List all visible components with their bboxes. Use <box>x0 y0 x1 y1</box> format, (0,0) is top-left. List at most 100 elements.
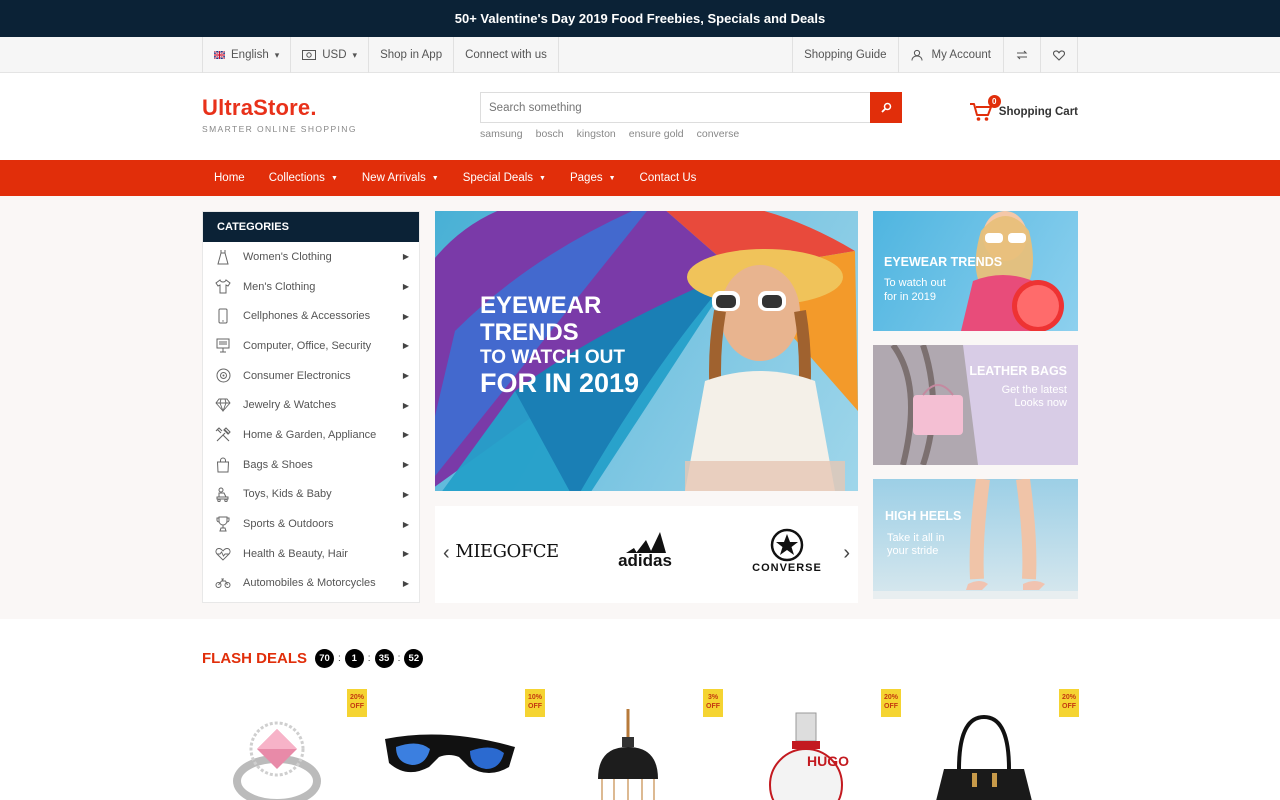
main-banner[interactable]: EYEWEAR TRENDS TO WATCH OUT FOR IN 2019 <box>435 211 858 491</box>
search-tag[interactable]: bosch <box>536 128 564 140</box>
category-item[interactable]: Women's Clothing ▶ <box>203 242 419 272</box>
wishlist-button[interactable] <box>1041 37 1078 73</box>
search-bar <box>480 92 902 123</box>
ring-icon <box>233 721 321 800</box>
nav-pages[interactable]: Pages ▼ <box>558 160 628 196</box>
woman-image <box>961 211 1064 331</box>
side-ad-leather-bags[interactable]: LEATHER BAGS Get the latest Looks now <box>873 345 1078 465</box>
category-item[interactable]: Jewelry & Watches ▶ <box>203 390 419 420</box>
category-item[interactable]: Health & Beauty, Hair ▶ <box>203 539 419 569</box>
nav-collections[interactable]: Collections ▼ <box>257 160 350 196</box>
discount-badge: 20% OFF <box>1059 689 1079 717</box>
product-card[interactable]: HUGO 20% OFF <box>736 689 901 800</box>
product-card[interactable]: 20% OFF <box>914 689 1079 800</box>
my-account-link[interactable]: My Account <box>899 37 1004 73</box>
lamp-icon <box>598 709 658 800</box>
uk-flag-icon <box>214 51 225 59</box>
shop-in-app-link[interactable]: Shop in App <box>369 37 455 73</box>
brand-name: MIEGOFCE <box>455 540 559 562</box>
promo-text[interactable]: 50+ Valentine's Day 2019 Food Freebies, … <box>455 11 826 26</box>
brand-logo[interactable]: MIEGOFCE <box>455 526 559 576</box>
category-item[interactable]: Automobiles & Motorcycles ▶ <box>203 569 419 599</box>
nav-label: Pages <box>569 172 603 184</box>
brand-logo[interactable]: adidas <box>605 526 685 576</box>
nav-contact-us[interactable]: Contact Us <box>628 160 709 196</box>
nav-new-arrivals[interactable]: New Arrivals ▼ <box>350 160 451 196</box>
brand-name: CONVERSE <box>752 562 822 574</box>
trophy-icon <box>215 516 231 532</box>
logo[interactable]: UltraStore. SMARTER ONLINE SHOPPING <box>202 95 357 134</box>
category-item[interactable]: Cellphones & Accessories ▶ <box>203 301 419 331</box>
promo-bar[interactable]: 50+ Valentine's Day 2019 Food Freebies, … <box>0 0 1280 37</box>
logo-tagline: SMARTER ONLINE SHOPPING <box>202 124 357 134</box>
compare-button[interactable] <box>1004 37 1041 73</box>
search-tag[interactable]: samsung <box>480 128 523 140</box>
banner-line: EYEWEAR <box>480 292 602 319</box>
category-item[interactable]: Sports & Outdoors ▶ <box>203 509 419 539</box>
search-tags: samsung bosch kingston ensure gold conve… <box>480 128 739 140</box>
flash-deals-section: FLASH DEALS 70: 1: 35: 52 20% OFF 10% OFF <box>0 619 1280 800</box>
perfume-brand-label: HUGO <box>807 753 849 769</box>
nav-special-deals[interactable]: Special Deals ▼ <box>451 160 558 196</box>
caret-down-icon: ▼ <box>431 174 439 182</box>
chevron-left-icon[interactable]: ‹ <box>443 542 450 565</box>
arrow-right-icon: ▶ <box>402 430 409 440</box>
banner-headline: EYEWEAR TRENDS TO WATCH OUT FOR IN 2019 <box>480 292 640 399</box>
search-input[interactable] <box>480 92 870 123</box>
category-label: Jewelry & Watches <box>243 399 337 412</box>
category-item[interactable]: Computer, Office, Security ▶ <box>203 331 419 361</box>
product-card[interactable]: 3% OFF <box>558 689 723 800</box>
chevron-right-icon[interactable]: › <box>843 542 850 565</box>
tools-icon <box>215 427 231 443</box>
nav-label: New Arrivals <box>361 172 426 184</box>
arrow-right-icon: ▶ <box>402 311 409 321</box>
arrow-right-icon: ▶ <box>402 341 409 351</box>
nav-label: Special Deals <box>462 172 534 184</box>
arrow-right-icon: ▶ <box>402 519 409 529</box>
shopping-guide-link[interactable]: Shopping Guide <box>792 37 899 73</box>
compare-icon <box>1016 50 1028 60</box>
side-ad-subtitle: To watch out <box>884 277 946 289</box>
search-button[interactable] <box>870 92 902 123</box>
heart-icon <box>1053 49 1065 61</box>
timer-separator: : <box>367 653 371 664</box>
search-tag[interactable]: kingston <box>577 128 616 140</box>
product-card[interactable]: 20% OFF <box>202 689 367 800</box>
shop-in-app-label: Shop in App <box>380 49 443 61</box>
arrow-right-icon: ▶ <box>402 252 409 262</box>
category-item[interactable]: Toys, Kids & Baby ▶ <box>203 480 419 510</box>
category-item[interactable]: Bags & Shoes ▶ <box>203 450 419 480</box>
flash-deals-header: FLASH DEALS 70: 1: 35: 52 <box>202 649 424 668</box>
banner-line: TRENDS <box>480 318 579 346</box>
phone-icon <box>215 308 231 324</box>
category-item[interactable]: Men's Clothing ▶ <box>203 272 419 302</box>
arrow-right-icon: ▶ <box>402 549 409 559</box>
category-item[interactable]: Consumer Electronics ▶ <box>203 361 419 391</box>
caret-down-icon: ▼ <box>330 174 338 182</box>
search-tag[interactable]: converse <box>697 128 740 140</box>
search-tag[interactable]: ensure gold <box>629 128 684 140</box>
category-item[interactable]: Home & Garden, Appliance ▶ <box>203 420 419 450</box>
connect-label: Connect with us <box>465 49 547 61</box>
currency-label: USD <box>322 49 347 61</box>
nav-home[interactable]: Home <box>202 160 257 196</box>
sunglasses-icon <box>385 734 515 773</box>
shopping-cart[interactable]: 0 Shopping Cart <box>969 95 1078 123</box>
side-ad-title: LEATHER BAGS <box>969 364 1067 378</box>
nav-label: Contact Us <box>639 172 697 184</box>
product-card[interactable]: 10% OFF <box>380 689 545 800</box>
banner-line: FOR IN 2019 <box>480 368 640 399</box>
side-ad-subtitle: Looks now <box>1014 397 1067 409</box>
brand-logo[interactable]: CONVERSE <box>747 526 827 576</box>
side-ad-high-heels[interactable]: HIGH HEELS Take it all in your stride <box>873 479 1078 599</box>
connect-link[interactable]: Connect with us <box>454 37 559 73</box>
my-account-label: My Account <box>931 49 991 61</box>
top-bar: English ▾ USD ▾ Shop in App Connect with… <box>0 37 1280 73</box>
categories-menu: CATEGORIES Women's Clothing ▶ Men's Cloth… <box>202 211 420 603</box>
side-ad-eyewear[interactable]: EYEWEAR TRENDS To watch out for in 2019 <box>873 211 1078 331</box>
side-ad-subtitle: your stride <box>887 545 939 557</box>
category-label: Home & Garden, Appliance <box>243 428 377 441</box>
currency-selector[interactable]: USD ▾ <box>291 37 370 73</box>
language-selector[interactable]: English ▾ <box>202 37 292 73</box>
category-label: Bags & Shoes <box>243 458 313 471</box>
